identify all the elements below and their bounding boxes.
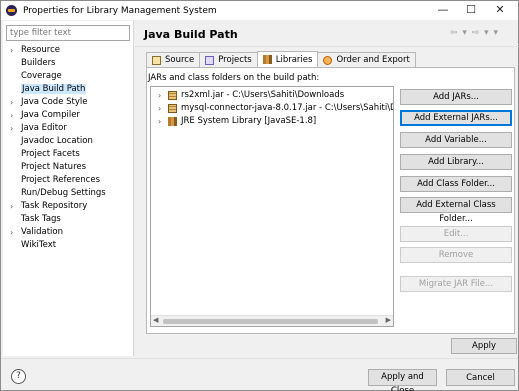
library-entry[interactable]: › mysql-connector-java-8.0.17.jar - C:\Us… xyxy=(151,102,393,115)
tree-item-label: Run/Debug Settings xyxy=(21,188,106,198)
tab-projects[interactable]: Projects xyxy=(199,52,258,67)
tab-source[interactable]: Source xyxy=(146,52,201,67)
add-jars-button[interactable]: Add JARs... xyxy=(400,89,512,105)
tab-order-and-export[interactable]: Order and Export xyxy=(317,52,416,67)
preference-tree: › Resource Builders Coverage Java Build Path… xyxy=(3,44,134,252)
tree-item[interactable]: Builders xyxy=(3,57,134,70)
tree-item-label: Resource xyxy=(21,45,60,55)
header-divider xyxy=(135,46,519,47)
tree-item-label: Task Tags xyxy=(21,214,61,224)
library-entry[interactable]: › JRE System Library [JavaSE-1.8] xyxy=(151,115,393,128)
tree-item-label: WikiText xyxy=(21,240,57,250)
jars-label: JARs and class folders on the build path… xyxy=(148,73,320,83)
page-title: Java Build Path xyxy=(144,28,238,41)
tree-item-label: Project References xyxy=(21,175,101,185)
maximize-button[interactable]: ☐ xyxy=(457,1,485,20)
tree-item-label: Java Code Style xyxy=(21,97,88,107)
window-title: Properties for Library Management System xyxy=(23,5,217,16)
add-class-folder-button[interactable]: Add Class Folder... xyxy=(400,176,512,192)
add-external-jars-button[interactable]: Add External JARs... xyxy=(400,110,512,126)
jar-icon xyxy=(168,91,177,100)
tab-libraries[interactable]: Libraries xyxy=(256,51,319,67)
tree-item[interactable]: Coverage xyxy=(3,70,134,83)
scroll-right-icon[interactable]: ▶ xyxy=(386,316,391,324)
library-icon xyxy=(168,117,177,126)
library-list[interactable]: › rs2xml.jar - C:\Users\Sahiti\Downloads ›… xyxy=(150,86,394,327)
tree-item[interactable]: WikiText xyxy=(3,239,134,252)
libraries-icon xyxy=(262,55,272,64)
tree-item[interactable]: Java Build Path xyxy=(3,83,134,96)
tree-item-label: Project Natures xyxy=(21,162,87,172)
library-entry-label: JRE System Library [JavaSE-1.8] xyxy=(181,116,317,126)
expand-arrow-icon[interactable]: › xyxy=(10,226,13,239)
tab-label: Libraries xyxy=(275,54,313,65)
minimize-button[interactable]: — xyxy=(429,1,457,20)
expand-arrow-icon[interactable]: › xyxy=(10,96,13,109)
tree-item[interactable]: Run/Debug Settings xyxy=(3,187,134,200)
tab-label: Source xyxy=(165,55,195,65)
tree-item[interactable]: Project Facets xyxy=(3,148,134,161)
jar-icon xyxy=(168,104,177,113)
tree-item-label: Java Compiler xyxy=(21,110,80,120)
tree-item[interactable]: › Task Repository xyxy=(3,200,134,213)
add-variable-button[interactable]: Add Variable... xyxy=(400,132,512,148)
tree-item[interactable]: Project Natures xyxy=(3,161,134,174)
apply-button[interactable]: Apply xyxy=(451,338,517,354)
eclipse-icon xyxy=(6,5,17,16)
expand-arrow-icon[interactable]: › xyxy=(158,102,161,115)
scroll-left-icon[interactable]: ◀ xyxy=(153,316,158,324)
projects-icon xyxy=(205,55,215,65)
edit-button[interactable]: Edit... xyxy=(400,226,512,242)
order-export-icon xyxy=(323,55,333,65)
tree-item[interactable]: › Java Code Style xyxy=(3,96,134,109)
tab-label: Projects xyxy=(218,55,252,65)
scroll-thumb[interactable] xyxy=(163,319,378,324)
add-external-class-folder-button[interactable]: Add External Class Folder... xyxy=(400,197,512,224)
expand-arrow-icon[interactable]: › xyxy=(10,109,13,122)
tree-item[interactable]: › Resource xyxy=(3,44,134,57)
cancel-button[interactable]: Cancel xyxy=(446,369,515,386)
expand-arrow-icon[interactable]: › xyxy=(10,200,13,213)
footer-divider xyxy=(1,358,518,359)
tree-item-label: Java Editor xyxy=(21,123,67,133)
tree-item[interactable]: Project References xyxy=(3,174,134,187)
tree-item-label: Project Facets xyxy=(21,149,80,159)
expand-arrow-icon[interactable]: › xyxy=(10,122,13,135)
tree-item-label: Validation xyxy=(21,227,63,237)
help-icon[interactable]: ? xyxy=(11,369,26,384)
library-entry-label: mysql-connector-java-8.0.17.jar - C:\Use… xyxy=(181,103,394,113)
add-library-button[interactable]: Add Library... xyxy=(400,154,512,170)
tree-item-label: Task Repository xyxy=(21,201,88,211)
tree-item-label: Java Build Path xyxy=(21,84,87,94)
tree-item-label: Builders xyxy=(21,58,56,68)
expand-arrow-icon[interactable]: › xyxy=(158,89,161,102)
horizontal-scrollbar[interactable]: ◀ ▶ xyxy=(151,315,393,326)
tree-item-label: Javadoc Location xyxy=(21,136,93,146)
tree-item[interactable]: Task Tags xyxy=(3,213,134,226)
preference-tree-panel: › Resource Builders Coverage Java Build Path… xyxy=(3,21,134,356)
tree-item[interactable]: Javadoc Location xyxy=(3,135,134,148)
tab-label: Order and Export xyxy=(336,55,410,65)
expand-arrow-icon[interactable]: › xyxy=(10,44,13,57)
history-nav-icons[interactable]: ⇦ ▾ ⇨ ▾ ▾ xyxy=(450,28,499,38)
build-path-tabs: Source Projects Libraries Order and Export xyxy=(146,51,416,67)
source-folder-icon xyxy=(152,55,161,65)
title-bar: Properties for Library Management System… xyxy=(1,1,518,20)
properties-dialog: Properties for Library Management System… xyxy=(0,0,519,391)
close-button[interactable]: ✕ xyxy=(486,1,514,20)
library-entry-label: rs2xml.jar - C:\Users\Sahiti\Downloads xyxy=(181,90,345,100)
tree-item[interactable]: › Validation xyxy=(3,226,134,239)
remove-button[interactable]: Remove xyxy=(400,247,512,263)
library-entry[interactable]: › rs2xml.jar - C:\Users\Sahiti\Downloads xyxy=(151,89,393,102)
tree-item[interactable]: › Java Compiler xyxy=(3,109,134,122)
migrate-jar-button[interactable]: Migrate JAR File... xyxy=(400,276,512,292)
apply-and-close-button[interactable]: Apply and Close xyxy=(368,369,437,391)
filter-input[interactable] xyxy=(6,25,130,41)
tree-item-label: Coverage xyxy=(21,71,62,81)
tree-item[interactable]: › Java Editor xyxy=(3,122,134,135)
expand-arrow-icon[interactable]: › xyxy=(158,115,161,128)
